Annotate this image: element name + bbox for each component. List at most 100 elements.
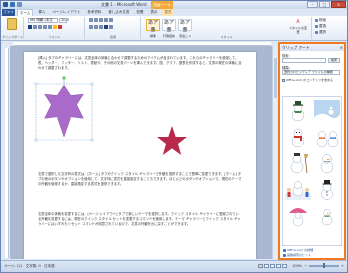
close-button[interactable]: × [331,1,346,8]
font-group-label: フォント [48,35,61,39]
vertical-ruler[interactable] [5,48,9,258]
minimize-button[interactable]: – [307,1,318,8]
clipart-snowman-scarf[interactable] [284,125,312,149]
include-office-checkbox[interactable]: Office.com のコンテンツを含める [282,78,333,82]
paragraph-3[interactable]: 文書全体の体裁を変更するには、[ページ レイアウト] タブで新しいテーマを選択し… [38,212,242,227]
font-color-icon[interactable] [58,25,62,29]
status-bar: ページ: 1/1 文字数: 0 日本語 100% − + [1,260,347,272]
document-page[interactable]: [挿入] タブのギャラリーには、文書全体の体裁に合わせて調整するためのアイテムが… [24,52,256,259]
change-styles-button[interactable]: A スタイルの変更 [288,19,308,34]
office-icon [283,248,286,252]
vertical-scrollbar[interactable] [272,46,277,259]
select-button[interactable]: 選択 [315,30,326,35]
tab-mailings[interactable]: 差し込み文書 [106,9,131,16]
replace-icon [315,25,318,28]
rotation-handle[interactable] [62,76,66,80]
purple-star-shape[interactable] [34,76,94,142]
language-indicator[interactable]: 日本語 [44,264,55,268]
resize-handle-br[interactable] [90,138,94,142]
checkbox-icon [282,78,285,82]
zoom-slider-knob[interactable] [323,263,326,268]
search-input[interactable] [282,58,326,63]
zoom-level[interactable]: 100% [292,264,302,268]
align-left-icon[interactable] [89,25,93,29]
underline-icon[interactable] [38,25,42,29]
zoom-in-icon[interactable]: + [341,264,344,268]
replace-button[interactable]: 置換 [315,24,326,29]
find-button[interactable]: 検索 [315,18,326,23]
paste-icon[interactable] [7,18,17,30]
tab-home[interactable]: ホーム [17,9,34,16]
tab-format[interactable]: 書式 [162,9,174,16]
strikethrough-icon[interactable] [43,25,47,29]
resize-handle-tr[interactable] [90,82,94,86]
clipart-snowman-small[interactable] [313,203,341,227]
draft-view-icon[interactable] [282,264,287,268]
clipart-kids-snowman[interactable] [284,177,312,201]
numbering-icon[interactable] [94,18,98,22]
print-layout-view-icon[interactable] [258,264,263,268]
highlight-icon[interactable] [53,25,57,29]
zoom-slider[interactable] [309,263,340,268]
tab-file[interactable]: ファイル [2,9,15,21]
font-size-select[interactable]: 10.5 [59,18,69,23]
word-logo-icon[interactable] [3,2,8,7]
include-office-label: Office.com のコンテンツを含める [286,78,334,82]
maximize-button[interactable]: □ [319,1,330,8]
clip-art-results [282,96,342,246]
view-buttons [258,264,287,268]
find-label: 検索 [319,18,326,22]
pane-close-icon[interactable]: × [340,44,343,51]
clipart-snowman-happy[interactable] [313,151,341,175]
search-tips-link[interactable]: 画像検索のヒント [283,253,311,257]
multilevel-list-icon[interactable] [99,18,103,22]
red-star-shape[interactable] [157,126,187,155]
italic-icon[interactable] [33,25,37,29]
tab-review[interactable]: 校閲 [134,9,145,16]
resize-handle-tl[interactable] [34,82,38,86]
web-layout-view-icon[interactable] [270,264,275,268]
bold-icon[interactable] [28,25,32,29]
clipart-snowman-classic[interactable] [313,177,341,201]
style-heading-1[interactable]: あア亜 見出し 1 [178,19,192,38]
clipart-snowman-umbrella[interactable] [284,203,312,227]
subscript-icon[interactable] [48,25,52,29]
tab-references[interactable]: 参考資料 [85,9,103,16]
justify-icon[interactable] [104,25,108,29]
outline-view-icon[interactable] [276,264,281,268]
media-type-select[interactable]: 選択されたメディア ファイルの種類 [282,70,340,75]
status-left: ページ: 1/1 文字数: 0 日本語 [4,264,55,269]
tab-page-layout[interactable]: ページレイアウト [50,9,82,16]
tab-view[interactable]: 表示 [148,9,159,16]
zoom-out-icon[interactable]: − [304,264,307,268]
purple-star[interactable] [44,84,84,138]
undo-icon[interactable] [17,2,22,7]
decrease-indent-icon[interactable] [104,18,108,22]
page-count[interactable]: ページ: 1/1 [4,264,22,268]
line-spacing-icon[interactable] [109,25,113,29]
paragraph-2[interactable]: 文書で選択した文字列の書式は、[ホーム] タブのクイック スタイル ギャラリーで… [38,172,242,187]
save-icon[interactable] [10,2,15,7]
clipart-snowman-pair[interactable] [313,125,341,149]
full-screen-view-icon[interactable] [264,264,269,268]
tab-insert[interactable]: 挿入 [36,9,47,16]
bullets-icon[interactable] [89,18,93,22]
search-go-button[interactable]: 検索 [328,58,340,63]
resize-handle-bl[interactable] [34,138,38,142]
align-right-icon[interactable] [99,25,103,29]
increase-indent-icon[interactable] [109,18,113,22]
clipboard-group: クリップボード [2,17,24,39]
word-count[interactable]: 文字数: 0 [26,264,41,268]
ribbon-tabs: ホーム 挿入 ページレイアウト 参考資料 差し込み文書 校閲 表示 書式 [17,9,174,16]
clipart-snowman-hat[interactable] [284,99,312,123]
office-more-link[interactable]: Office.com の詳細 [283,248,313,252]
style-no-spacing[interactable]: あア亜 行間詰め [162,19,176,38]
clipart-snowman-broom[interactable] [284,151,312,175]
style-normal[interactable]: あア亜 標準 [146,19,160,38]
align-row [89,25,113,29]
scrollbar-thumb[interactable] [274,58,277,98]
drawing-tools-context-tab: 描画ツール [151,1,173,9]
align-center-icon[interactable] [94,25,98,29]
font-name-select[interactable]: MS 明朝 (本文 [28,18,58,23]
clipart-snowy-scene[interactable] [313,99,341,123]
